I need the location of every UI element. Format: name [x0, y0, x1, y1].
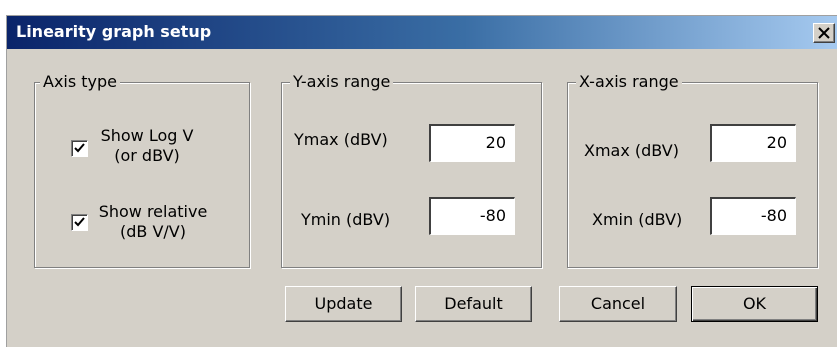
show-relative-checkbox[interactable] — [71, 214, 88, 231]
xmax-input[interactable]: 20 — [710, 124, 796, 162]
dialog-window: Linearity graph setup Axis type Show Log… — [6, 15, 837, 347]
window-title: Linearity graph setup — [16, 22, 212, 41]
xmax-label: Xmax (dBV) — [584, 141, 679, 160]
ymin-label: Ymin (dBV) — [301, 210, 391, 229]
close-icon — [818, 27, 830, 39]
checkmark-icon — [74, 143, 85, 153]
show-relative-label-line1: Show relative — [98, 202, 208, 221]
cancel-button[interactable]: Cancel — [559, 286, 677, 322]
show-relative-label[interactable]: Show relative (dB V/V) — [93, 202, 213, 242]
show-log-checkbox[interactable] — [71, 140, 88, 157]
axis-type-title: Axis type — [40, 72, 121, 92]
y-axis-range-group: Y-axis range — [281, 72, 542, 268]
xmin-label: Xmin (dBV) — [592, 210, 683, 229]
x-axis-range-group: X-axis range — [567, 72, 818, 268]
close-button[interactable] — [813, 23, 835, 43]
checkmark-icon — [74, 217, 85, 227]
ymin-input[interactable]: -80 — [429, 197, 515, 235]
xmin-input[interactable]: -80 — [710, 197, 796, 235]
x-axis-range-title: X-axis range — [576, 72, 682, 92]
y-axis-range-title: Y-axis range — [290, 72, 394, 92]
ymax-input[interactable]: 20 — [429, 124, 515, 162]
default-button[interactable]: Default — [415, 286, 532, 322]
ok-button[interactable]: OK — [691, 286, 818, 322]
show-log-label-line1: Show Log V — [100, 126, 194, 145]
show-log-label[interactable]: Show Log V (or dBV) — [97, 126, 197, 166]
show-log-label-line2: (or dBV) — [114, 146, 180, 165]
title-bar[interactable]: Linearity graph setup — [7, 16, 837, 49]
show-relative-label-line2: (dB V/V) — [120, 222, 186, 241]
ymax-label: Ymax (dBV) — [294, 130, 388, 149]
update-button[interactable]: Update — [285, 286, 402, 322]
